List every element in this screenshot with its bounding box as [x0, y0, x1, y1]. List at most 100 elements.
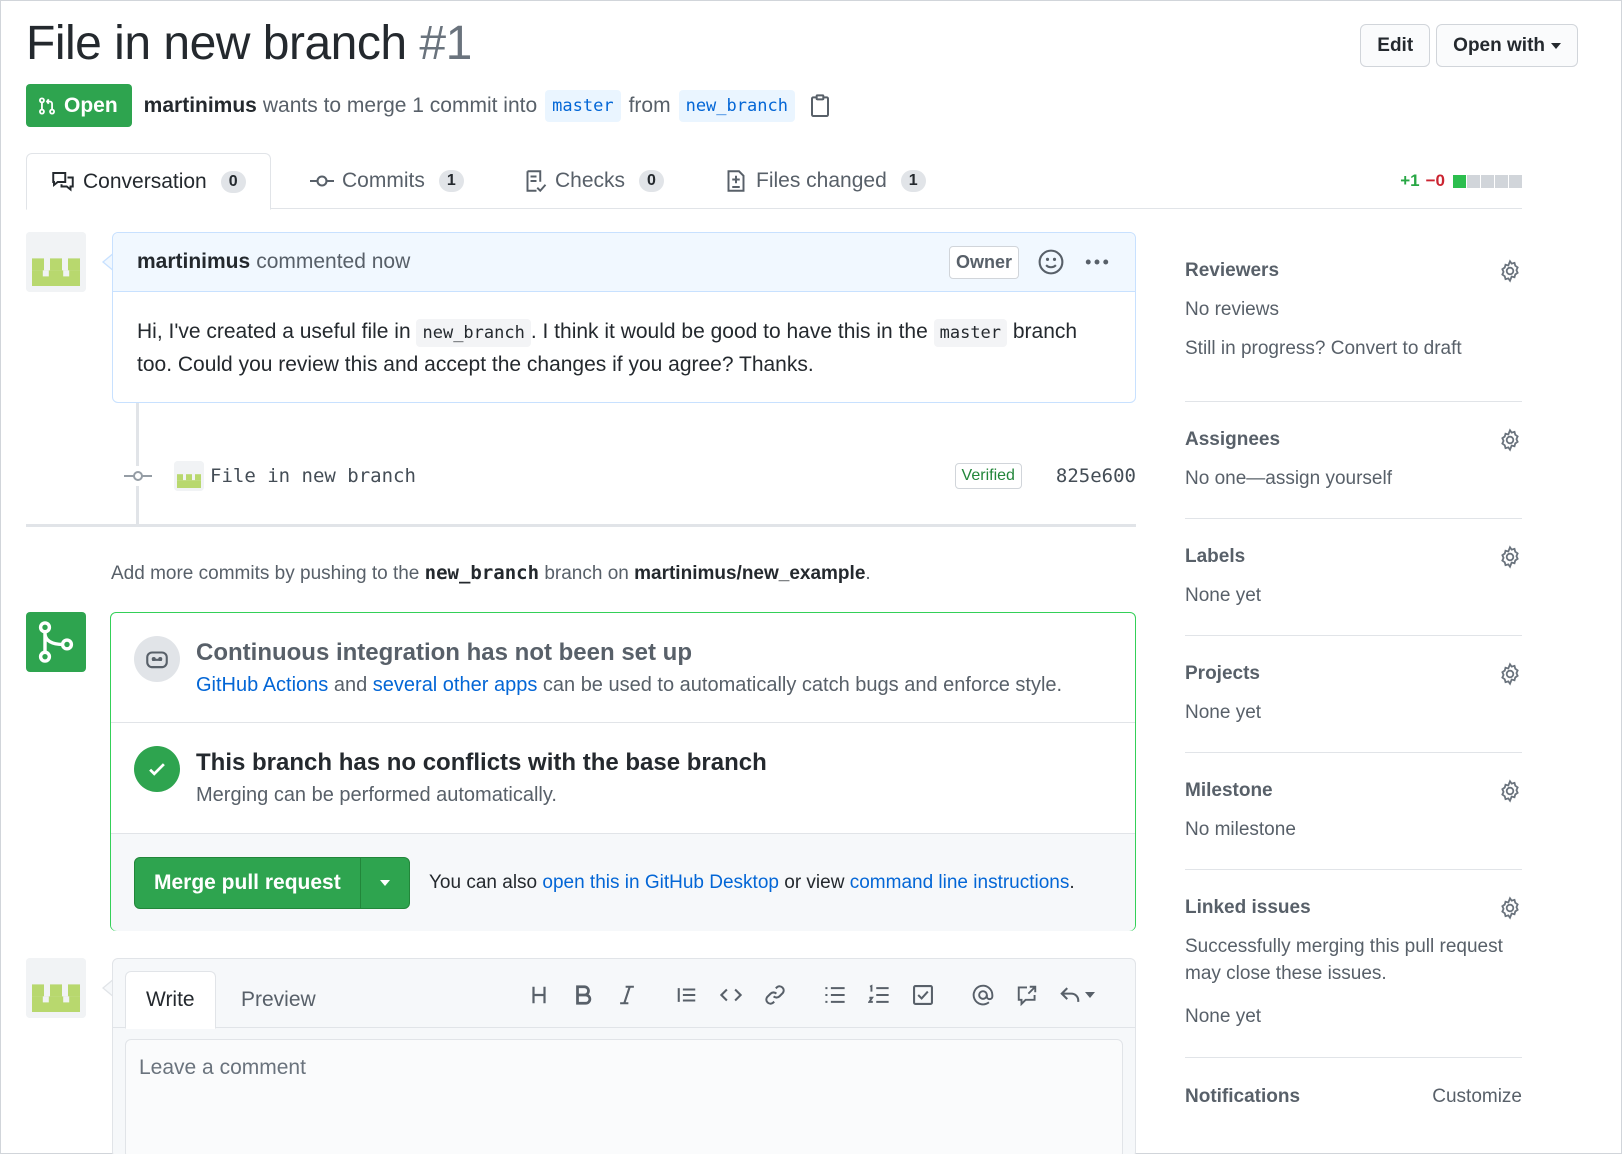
comment-author[interactable]: martinimus [137, 250, 250, 274]
diffstat-block [1467, 174, 1480, 188]
pr-author-link[interactable]: martinimus [144, 94, 257, 118]
tab-counter: 1 [438, 170, 464, 192]
comment-text: . I think it would be good to have this … [530, 320, 934, 343]
diffstat-block [1495, 174, 1508, 188]
check-icon [134, 746, 180, 792]
command-line-link[interactable]: command line instructions [850, 872, 1070, 893]
tab-label: Conversation [83, 169, 207, 193]
mention-icon[interactable] [961, 977, 1005, 1013]
edit-button[interactable]: Edit [1360, 24, 1431, 67]
ci-title: Continuous integration has not been set … [196, 639, 692, 666]
gear-icon[interactable] [1498, 545, 1522, 569]
notifications-header: Notifications Customize [1185, 1086, 1522, 1108]
sidebar-labels: Labels None yet [1185, 519, 1522, 636]
pr-meta: Open martinimus wants to merge 1 commit … [26, 84, 831, 127]
diff-icon [727, 170, 745, 192]
reviewers-header[interactable]: Reviewers [1185, 259, 1522, 283]
convert-to-draft-link[interactable]: Still in progress? Convert to draft [1185, 335, 1522, 362]
milestone-header[interactable]: Milestone [1185, 779, 1522, 803]
avatar[interactable] [26, 232, 86, 292]
linked-issues-note: Successfully merging this pull request m… [1185, 936, 1503, 984]
merge-button-group: Merge pull request [134, 857, 410, 909]
caret-down-icon [1085, 992, 1095, 998]
assignees-value[interactable]: No one—assign yourself [1185, 465, 1522, 492]
push-note-text: Add more commits by pushing to the [111, 563, 425, 584]
customize-link[interactable]: Customize [1432, 1086, 1522, 1108]
merge-note-text: You can also [429, 872, 543, 893]
commit-message-link[interactable]: File in new branch [210, 465, 416, 487]
tab-label: Checks [555, 169, 626, 192]
merge-description: wants to merge 1 commit into [262, 93, 538, 117]
heading-icon[interactable] [517, 977, 561, 1013]
comment-textarea[interactable]: Leave a comment [125, 1039, 1123, 1154]
linked-issues-header[interactable]: Linked issues [1185, 896, 1522, 920]
tab-conversation[interactable]: Conversation 0 [26, 153, 271, 210]
gear-icon[interactable] [1498, 259, 1522, 283]
conflict-title: This branch has no conflicts with the ba… [196, 749, 767, 776]
ci-section: Continuous integration has not been set … [111, 613, 1135, 723]
ordered-list-icon[interactable] [857, 977, 901, 1013]
labels-header[interactable]: Labels [1185, 545, 1522, 569]
tab-counter: 1 [900, 170, 926, 192]
checklist-icon [526, 170, 547, 193]
base-branch[interactable]: master [545, 89, 621, 122]
tab-commits[interactable]: Commits 1 [310, 153, 464, 209]
comment-action: commented now [256, 250, 411, 273]
quote-icon[interactable] [665, 977, 709, 1013]
tab-preview[interactable]: Preview [221, 971, 336, 1028]
identicon-icon [174, 461, 204, 491]
smiley-icon[interactable] [1037, 248, 1065, 276]
header-actions: Edit Open with [1360, 24, 1578, 67]
state-label: Open [64, 93, 118, 117]
avatar[interactable] [26, 958, 86, 1018]
merge-pull-request-button[interactable]: Merge pull request [135, 858, 361, 908]
additions-count: +1 [1400, 171, 1420, 190]
tab-checks[interactable]: Checks 0 [523, 153, 664, 209]
unordered-list-icon[interactable] [813, 977, 857, 1013]
gear-icon[interactable] [1498, 779, 1522, 803]
ci-text: and [328, 674, 373, 696]
link-icon[interactable] [753, 977, 797, 1013]
other-apps-link[interactable]: several other apps [373, 674, 538, 696]
sidebar-linked-issues: Linked issues Successfully merging this … [1185, 870, 1522, 1058]
kebab-horizontal-icon[interactable] [1083, 248, 1111, 276]
assignees-header[interactable]: Assignees [1185, 428, 1522, 452]
clipboard-icon[interactable] [809, 93, 831, 118]
bold-icon[interactable] [561, 977, 605, 1013]
github-actions-link[interactable]: GitHub Actions [196, 674, 328, 696]
verified-badge[interactable]: Verified [954, 463, 1022, 489]
diffstat: +1 −0 [1400, 171, 1522, 191]
pr-tabs: Conversation 0 Commits 1 Checks 0 Files … [26, 153, 1522, 210]
code-icon[interactable] [709, 977, 753, 1013]
markdown-toolbar [517, 977, 1105, 1013]
reviewers-title: Reviewers [1185, 260, 1280, 281]
deletions-count: −0 [1425, 171, 1445, 190]
head-branch[interactable]: new_branch [678, 89, 795, 122]
caret-down-icon [1551, 42, 1561, 49]
open-with-button[interactable]: Open with [1436, 24, 1578, 67]
github-desktop-link[interactable]: open this in GitHub Desktop [542, 872, 779, 893]
comment-discussion-icon [52, 171, 74, 192]
tab-files-changed[interactable]: Files changed 1 [724, 153, 926, 209]
projects-header[interactable]: Projects [1185, 662, 1522, 686]
commit-avatar[interactable] [174, 461, 204, 491]
tab-label: Commits [342, 169, 425, 192]
italic-icon[interactable] [605, 977, 649, 1013]
push-note-text: branch on [539, 563, 635, 584]
gear-icon[interactable] [1498, 662, 1522, 686]
page-title: File in new branch #1 [26, 16, 472, 71]
reply-icon[interactable] [1049, 977, 1105, 1013]
git-commit-node-icon [124, 466, 152, 486]
gear-icon[interactable] [1498, 428, 1522, 452]
milestone-title: Milestone [1185, 780, 1273, 801]
gear-icon[interactable] [1498, 896, 1522, 920]
merge-method-dropdown[interactable] [361, 858, 409, 908]
cross-reference-icon[interactable] [1005, 977, 1049, 1013]
diffstat-block [1481, 174, 1494, 188]
sidebar-assignees: Assignees No one—assign yourself [1185, 402, 1522, 519]
push-note-text: . [865, 563, 871, 584]
commit-sha-link[interactable]: 825e600 [1056, 465, 1136, 487]
diffstat-block [1509, 174, 1522, 188]
task-list-icon[interactable] [901, 977, 945, 1013]
tab-write[interactable]: Write [125, 971, 216, 1029]
